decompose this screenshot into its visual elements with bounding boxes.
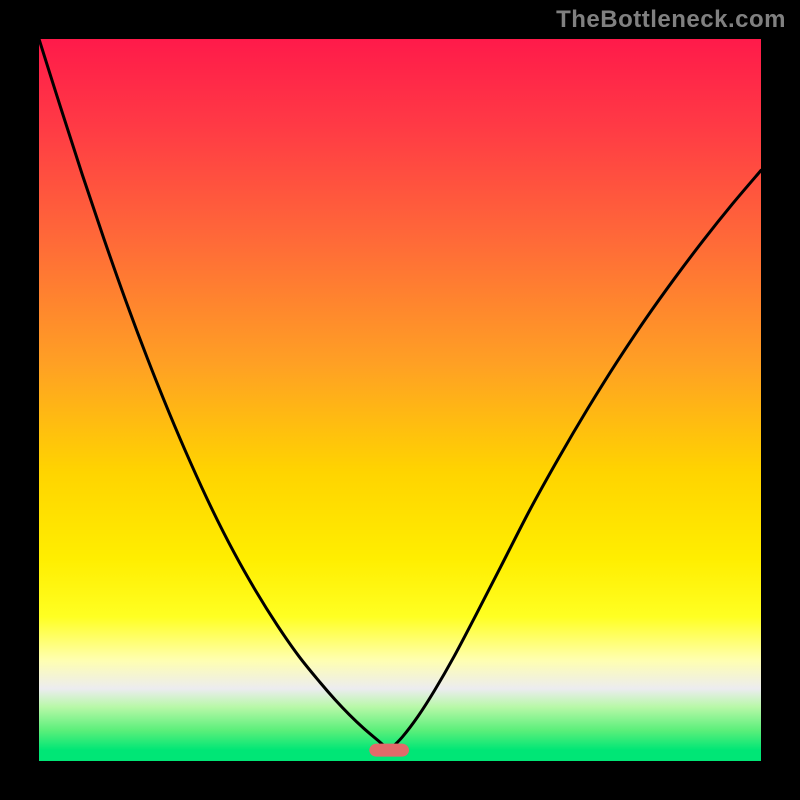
optimal-marker (369, 744, 409, 757)
watermark-text: TheBottleneck.com (556, 6, 786, 34)
chart-svg (39, 39, 761, 761)
gradient-background (39, 39, 761, 761)
chart-frame: TheBottleneck.com (0, 0, 800, 800)
plot-area (39, 39, 761, 761)
